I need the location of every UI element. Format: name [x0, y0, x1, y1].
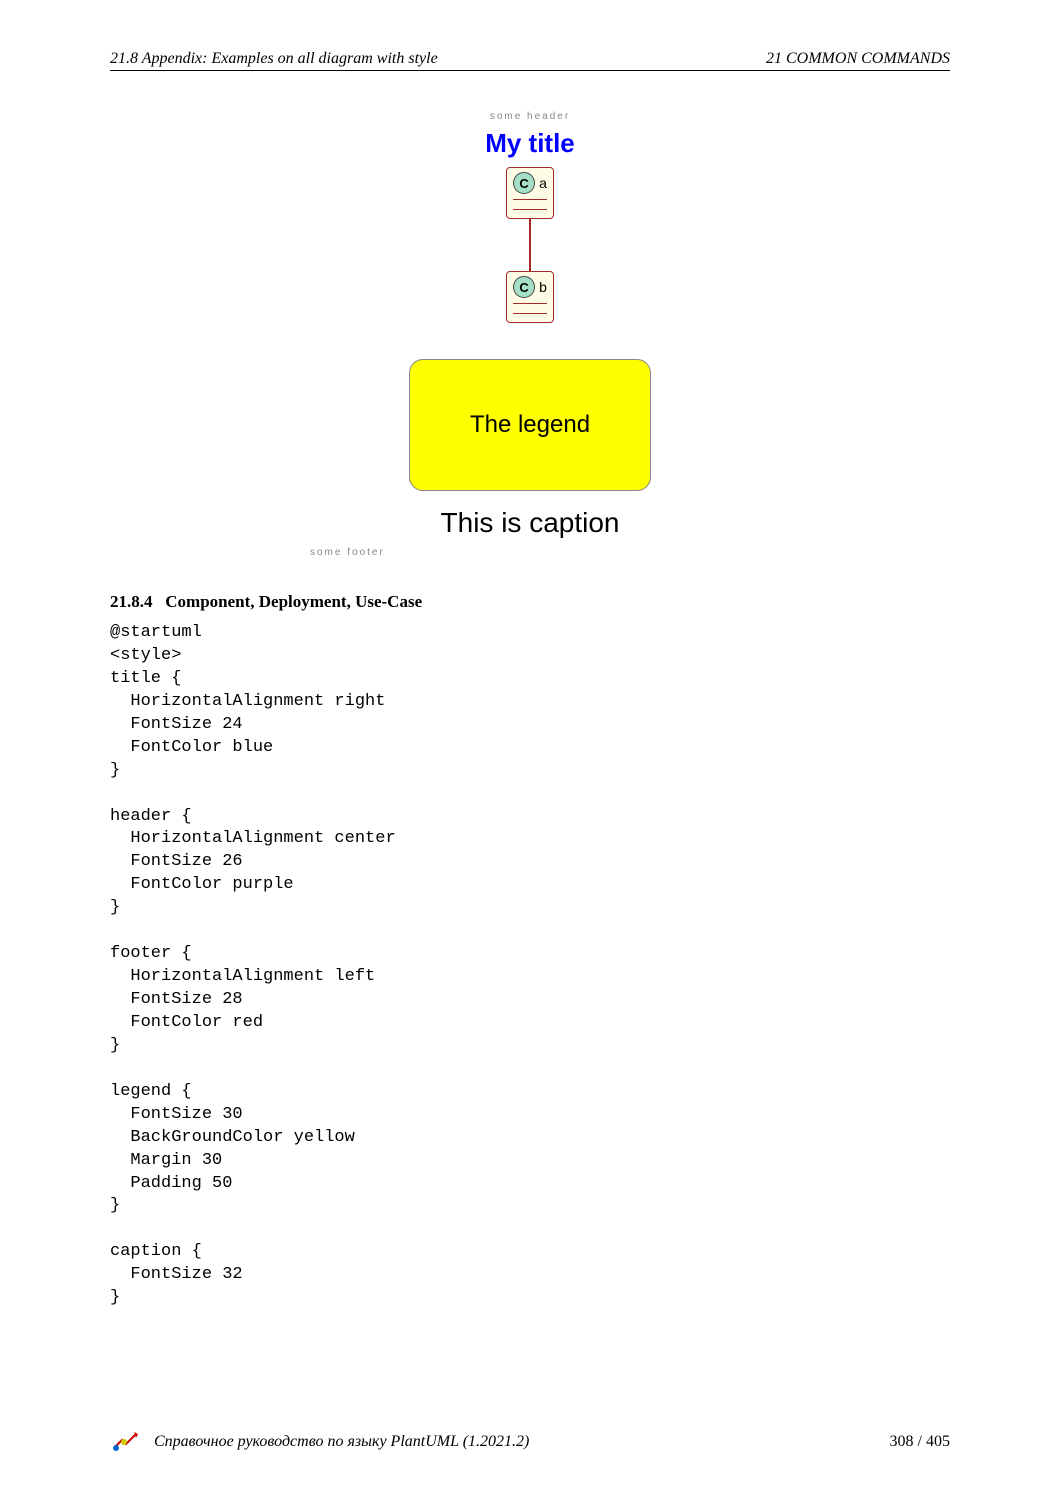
- plantuml-logo-icon: [110, 1430, 142, 1454]
- diagram-footer-text: some footer: [310, 547, 950, 558]
- section-heading: 21.8.4 Component, Deployment, Use-Case: [110, 592, 950, 612]
- section-title: Component, Deployment, Use-Case: [165, 592, 422, 611]
- page-header: 21.8 Appendix: Examples on all diagram w…: [110, 50, 950, 71]
- page-footer: Справочное руководство по языку PlantUML…: [110, 1430, 950, 1454]
- header-right: 21 COMMON COMMANDS: [766, 50, 950, 68]
- code-block: @startuml <style> title { HorizontalAlig…: [110, 622, 950, 1310]
- class-icon: C: [513, 276, 535, 298]
- doc-title: Справочное руководство по языку PlantUML…: [154, 1433, 529, 1451]
- diagram-caption: This is caption: [110, 507, 950, 539]
- class-icon: C: [513, 172, 535, 194]
- section-number: 21.8.4: [110, 592, 153, 611]
- uml-class-b: C b: [506, 271, 554, 323]
- diagram-legend: The legend: [409, 359, 651, 491]
- uml-connector: [529, 219, 531, 271]
- class-label: a: [539, 175, 547, 191]
- diagram-title: My title: [110, 128, 950, 159]
- diagram-header-text: some header: [110, 111, 950, 122]
- uml-class-a: C a: [506, 167, 554, 219]
- class-label: b: [539, 279, 547, 295]
- diagram-example: some header My title C a C b The legend …: [110, 111, 950, 558]
- page-number: 308 / 405: [890, 1433, 950, 1451]
- header-left: 21.8 Appendix: Examples on all diagram w…: [110, 50, 438, 68]
